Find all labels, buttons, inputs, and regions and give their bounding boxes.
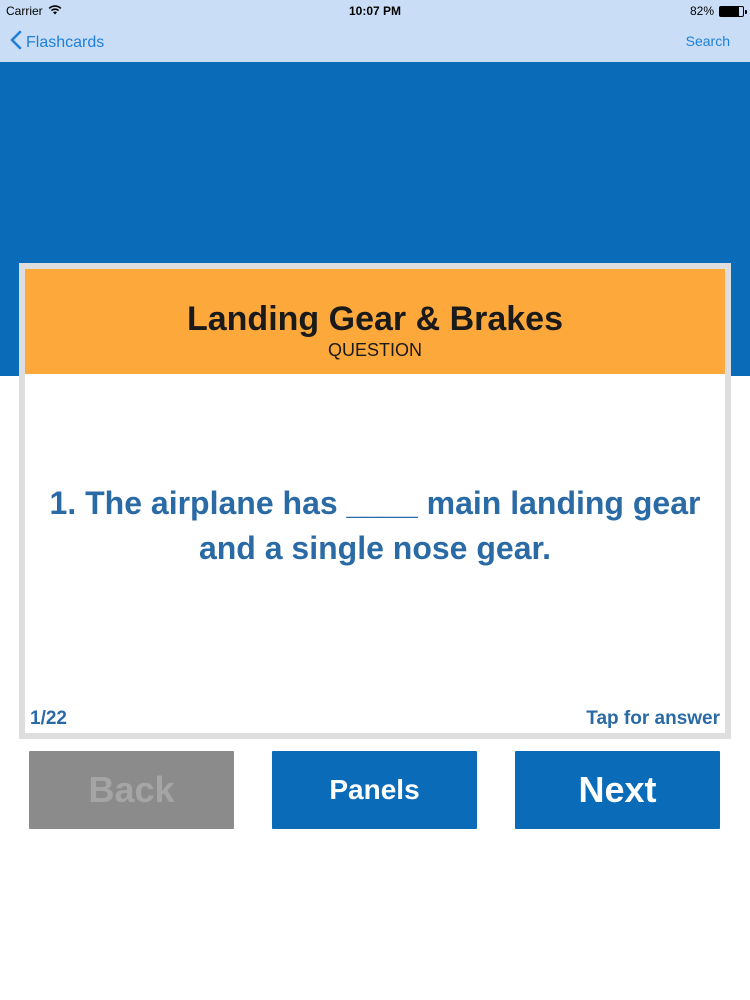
status-right: 82% [689, 4, 747, 18]
flashcard-body[interactable]: Landing Gear & Brakes QUESTION 1. The ai… [25, 269, 725, 733]
battery-icon [719, 5, 747, 17]
tap-for-answer-link[interactable]: Tap for answer [586, 708, 720, 730]
battery-percent: 82% [689, 4, 714, 18]
battery-fill [720, 6, 739, 16]
flashcard-header: Landing Gear & Brakes QUESTION [25, 269, 725, 374]
flashcard[interactable]: Landing Gear & Brakes QUESTION 1. The ai… [19, 263, 731, 739]
next-button[interactable]: Next [515, 751, 720, 829]
panels-button[interactable]: Panels [272, 751, 477, 829]
back-label: Flashcards [26, 33, 105, 51]
back-to-flashcards-button[interactable]: Flashcards [10, 30, 104, 55]
question-line-1: 1. The airplane has ____ main landing ge… [49, 485, 701, 521]
navigation-bar: Flashcards Search [0, 22, 750, 62]
chevron-left-icon [10, 30, 26, 55]
question-line-2: and a single nose gear. [198, 530, 552, 566]
back-button[interactable]: Back [29, 751, 234, 829]
card-title: Landing Gear & Brakes [186, 300, 563, 338]
status-time: 10:07 PM [348, 4, 402, 18]
card-subtitle: QUESTION [327, 340, 422, 360]
question-text: 1. The airplane has ____ main landing ge… [35, 481, 715, 571]
card-counter: 1/22 [30, 708, 67, 729]
status-bar: Carrier 10:07 PM 82% [0, 0, 750, 22]
search-button[interactable]: Search [686, 33, 730, 49]
